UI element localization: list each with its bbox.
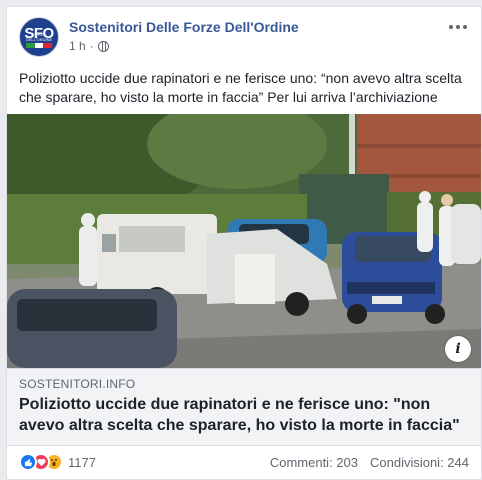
link-title-text: Poliziotto uccide due rapinatori e ne fe…	[19, 396, 460, 434]
engagement-counts: Commenti: 203 Condivisioni: 244	[270, 455, 469, 470]
post-header: SFO FORZE DELL'ORDINE Sostenitori Delle …	[17, 15, 471, 63]
reactions-summary[interactable]: 1177	[19, 453, 96, 471]
avatar-subtext: FORZE DELL'ORDINE	[25, 32, 53, 42]
separator: ·	[89, 39, 94, 53]
page-avatar[interactable]: SFO FORZE DELL'ORDINE	[19, 17, 59, 57]
page-name-link[interactable]: Sostenitori Delle Forze Dell'Ordine	[69, 19, 299, 35]
link-preview-image[interactable]: i	[7, 114, 481, 368]
post-footer: 1177 Commenti: 203 Condivisioni: 244	[17, 452, 471, 474]
link-domain: SOSTENITORI.INFO	[19, 377, 136, 391]
info-icon[interactable]: i	[445, 336, 471, 362]
link-preview-card[interactable]: SOSTENITORI.INFO Poliziotto uccide due r…	[7, 368, 481, 446]
reaction-count: 1177	[68, 454, 96, 470]
post-meta: 1 h ·	[69, 39, 109, 53]
like-icon	[19, 453, 37, 471]
link-title: Poliziotto uccide due rapinatori e ne fe…	[19, 394, 471, 436]
italian-flag-icon	[26, 43, 53, 48]
post-body-text: Poliziotto uccide due rapinatori e ne fe…	[19, 70, 462, 105]
crime-scene-photo	[7, 114, 481, 368]
comments-count-link[interactable]: Commenti: 203	[270, 455, 358, 470]
globe-icon[interactable]	[97, 40, 109, 52]
more-options-icon[interactable]	[447, 19, 469, 35]
news-feed-post: SFO FORZE DELL'ORDINE Sostenitori Delle …	[6, 6, 482, 480]
shares-count-link[interactable]: Condivisioni: 244	[370, 455, 469, 470]
post-timestamp[interactable]: 1 h	[69, 39, 86, 53]
